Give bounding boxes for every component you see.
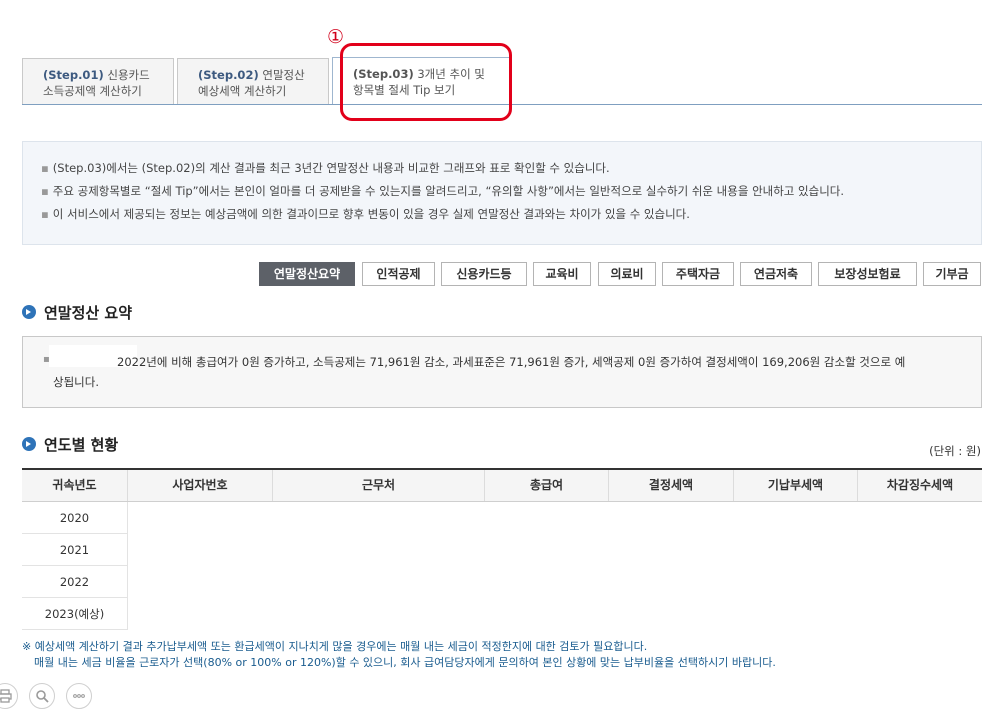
column-header: 결정세액 — [608, 470, 733, 501]
more-icon[interactable] — [66, 683, 92, 709]
annotation-number: ① — [327, 26, 345, 48]
category-button-housing[interactable]: 주택자금 — [662, 262, 734, 286]
tab-step-label: (Step.01) — [43, 68, 104, 82]
tab-title-part1: 연말정산 — [258, 68, 305, 82]
column-header: 근무처 — [272, 470, 484, 501]
table-row-year: 2023(예상) — [22, 598, 127, 630]
category-button-donation[interactable]: 기부금 — [923, 262, 981, 286]
tab-title-part2: 소득공제액 계산하기 — [43, 84, 142, 98]
highlight-annotation-box — [340, 43, 512, 121]
note-line: ※ 예상세액 계산하기 결과 추가납부세액 또는 환급세액이 지나치게 많을 경… — [22, 640, 648, 653]
section-title-summary: 연말정산 요약 — [22, 304, 132, 322]
category-button-education[interactable]: 교육비 — [533, 262, 591, 286]
column-divider — [127, 502, 128, 630]
table-row-year: 2022 — [22, 566, 127, 598]
table-row-year: 2020 — [22, 502, 127, 534]
column-header: 총급여 — [484, 470, 608, 501]
info-line: ▪ 이 서비스에서 제공되는 정보는 예상금액에 의한 결과이므로 향후 변동이 … — [41, 207, 690, 221]
table-header: 귀속년도 사업자번호 근무처 총급여 결정세액 기납부세액 차감징수세액 — [22, 470, 982, 502]
tab-step-01[interactable]: (Step.01) 신용카드 소득공제액 계산하기 — [22, 58, 174, 104]
table-row-year: 2021 — [22, 534, 127, 566]
category-button-credit-card[interactable]: 신용카드등 — [441, 262, 527, 286]
info-line: ▪ (Step.03)에서는 (Step.02)의 계산 결과를 최근 3년간 연… — [41, 161, 610, 175]
note-line: 매월 내는 세금 비율을 근로자가 선택(80% or 100% or 120%… — [34, 656, 776, 669]
summary-text-line2: 상됩니다. — [53, 375, 99, 389]
unit-label: (단위 : 원) — [929, 444, 981, 458]
category-button-personal-deduction[interactable]: 인적공제 — [362, 262, 435, 286]
tab-title-part1: 신용카드 — [103, 68, 150, 82]
tab-step-label: (Step.02) — [198, 68, 259, 82]
section-title-yearly: 연도별 현황 — [22, 436, 118, 454]
summary-text-line1: 2022년에 비해 총급여가 0원 증가하고, 소득공제는 71,961원 감소… — [117, 355, 906, 369]
tab-step-02[interactable]: (Step.02) 연말정산 예상세액 계산하기 — [177, 58, 329, 104]
column-header: 사업자번호 — [127, 470, 272, 501]
column-header: 차감징수세액 — [857, 470, 982, 501]
column-header: 귀속년도 — [52, 478, 97, 492]
summary-box: ▪ 2022년에 비해 총급여가 0원 증가하고, 소득공제는 71,961원 … — [22, 336, 982, 408]
info-box: ▪ (Step.03)에서는 (Step.02)의 계산 결과를 최근 3년간 연… — [22, 141, 982, 245]
info-line: ▪ 주요 공제항목별로 “절세 Tip”에서는 본인이 얼마를 더 공제받을 수 … — [41, 184, 845, 198]
tab-title-part2: 예상세액 계산하기 — [198, 84, 287, 98]
bullet-circle-icon — [22, 437, 36, 451]
zoom-icon[interactable] — [29, 683, 55, 709]
print-icon[interactable] — [0, 683, 18, 709]
category-button-insurance[interactable]: 보장성보험료 — [818, 262, 917, 286]
category-button-medical[interactable]: 의료비 — [598, 262, 656, 286]
category-button-pension[interactable]: 연금저축 — [740, 262, 812, 286]
column-header: 기납부세액 — [733, 470, 857, 501]
category-button-summary[interactable]: 연말정산요약 — [259, 262, 355, 286]
bullet-circle-icon — [22, 305, 36, 319]
